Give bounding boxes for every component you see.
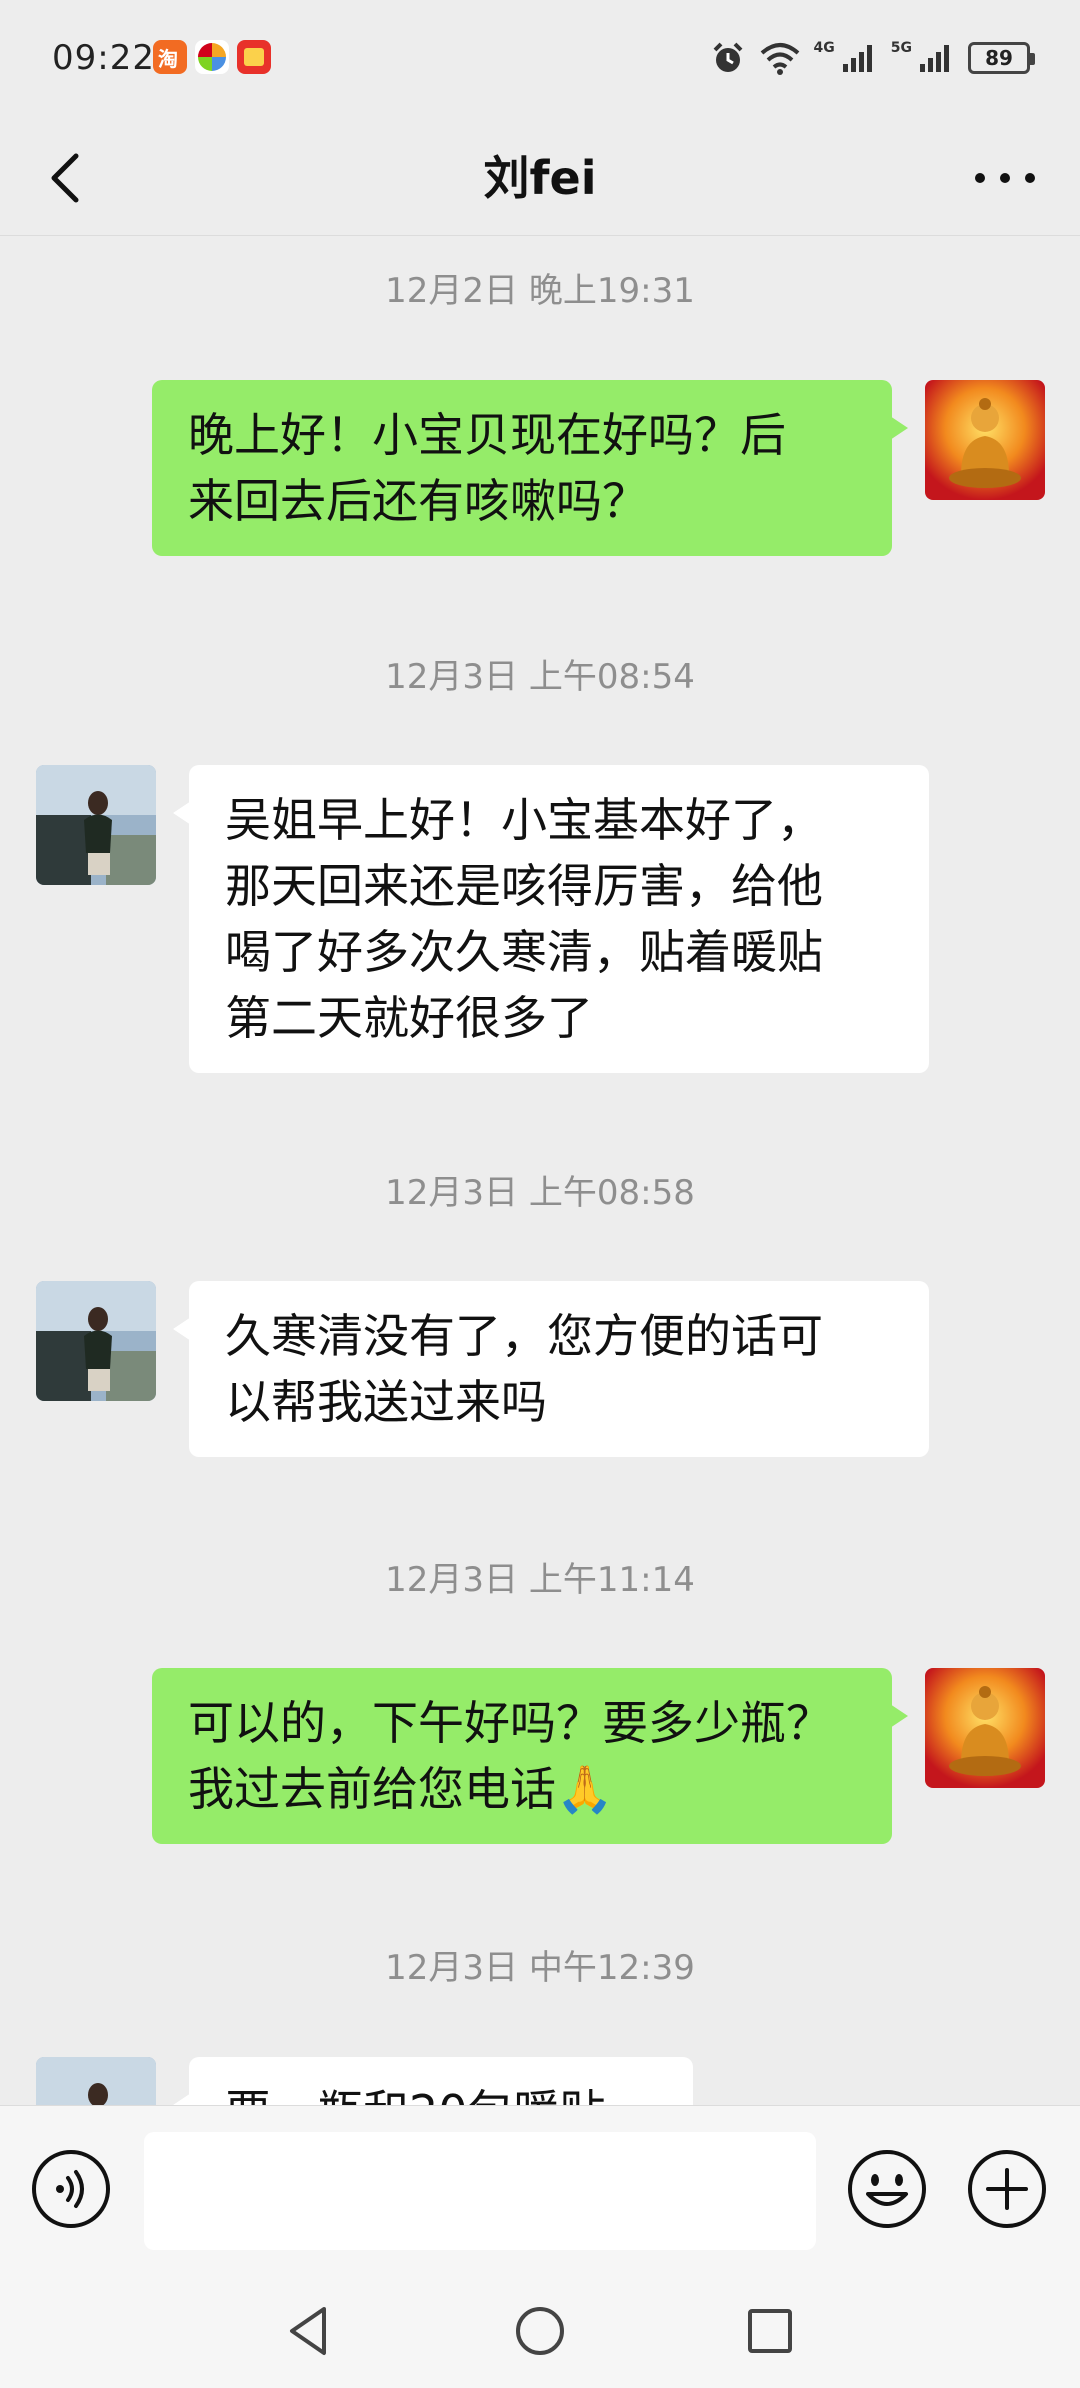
message-text-line: 第二天就好很多了	[225, 991, 593, 1045]
notes-app-icon	[237, 40, 271, 74]
message-text-line: 那天回来还是咳得厉害，给他	[225, 859, 823, 913]
message-timestamp: 12月2日 晚上19:31	[385, 271, 695, 311]
wifi-icon	[760, 43, 799, 75]
status-bar: 09:22 淘 4G 5G 89	[0, 0, 1080, 118]
message-input[interactable]	[144, 2132, 816, 2250]
taobao-icon: 淘	[153, 40, 187, 74]
message-text-line: 吴姐早上好！小宝基本好了，	[225, 793, 823, 847]
message-text-line: 以帮我送过来吗	[225, 1375, 547, 1429]
message-timestamp: 12月3日 上午08:54	[385, 657, 695, 697]
system-nav-bar	[0, 2275, 1080, 2388]
nav-back-icon	[290, 2307, 326, 2355]
more-dots-icon	[975, 173, 1035, 183]
battery-indicator: 89	[968, 42, 1035, 74]
message-text-line: 我过去前给您电话🙏	[188, 1762, 614, 1816]
status-time: 09:22	[52, 38, 155, 78]
self-avatar[interactable]	[925, 1668, 1045, 1788]
nav-home-button[interactable]	[508, 2299, 572, 2363]
signal-icon	[920, 45, 949, 72]
message-timestamp: 12月3日 上午08:58	[385, 1173, 695, 1213]
message-text-line: 要一瓶和20包暖贴	[225, 2079, 657, 2105]
status-indicators: 4G 5G 89	[710, 40, 1035, 76]
contact-avatar[interactable]	[36, 2057, 156, 2105]
message-bubble-outgoing[interactable]: 晚上好！小宝贝现在好吗？后 来回去后还有咳嗽吗？	[152, 380, 908, 556]
nav-home-icon	[516, 2307, 564, 2355]
network-label-5g: 5G	[890, 40, 912, 56]
contact-photo-icon	[36, 2057, 156, 2105]
notification-icons: 淘	[153, 40, 271, 74]
nav-back-button[interactable]	[278, 2299, 342, 2363]
chat-header: 刘fei	[0, 118, 1080, 236]
message-text-line: 喝了好多次久寒清，贴着暖贴	[225, 925, 823, 979]
message-text-line: 可以的，下午好吗？要多少瓶？	[188, 1696, 832, 1750]
emoji-icon	[848, 2150, 926, 2228]
voice-icon	[32, 2150, 110, 2228]
nav-recents-icon	[748, 2309, 792, 2353]
pinwheel-app-icon	[195, 40, 229, 74]
alarm-icon	[713, 42, 742, 72]
message-bubble-incoming[interactable]: 吴姐早上好！小宝基本好了， 那天回来还是咳得厉害，给他 喝了好多次久寒清，贴着暖…	[173, 765, 929, 1073]
message-timestamp: 12月3日 中午12:39	[385, 1948, 695, 1988]
contact-photo-icon	[36, 765, 156, 885]
plus-icon	[968, 2150, 1046, 2228]
more-actions-button[interactable]	[966, 2148, 1048, 2230]
message-text-line: 久寒清没有了，您方便的话可	[225, 1309, 823, 1363]
more-options-button[interactable]	[970, 138, 1040, 218]
message-timestamp: 12月3日 上午11:14	[385, 1560, 695, 1600]
contact-photo-icon	[36, 1281, 156, 1401]
message-bubble-incoming[interactable]: 久寒清没有了，您方便的话可 以帮我送过来吗	[173, 1281, 929, 1457]
message-bubble-outgoing[interactable]: 可以的，下午好吗？要多少瓶？ 我过去前给您电话🙏	[152, 1668, 908, 1844]
message-text-line: 晚上好！小宝贝现在好吗？后	[188, 408, 786, 462]
voice-input-button[interactable]	[30, 2148, 112, 2230]
buddha-avatar-icon	[925, 1668, 1045, 1788]
network-label-4g: 4G	[813, 40, 835, 56]
emoji-button[interactable]	[846, 2148, 928, 2230]
chat-title: 刘fei	[483, 151, 597, 205]
nav-recents-button[interactable]	[738, 2299, 802, 2363]
self-avatar[interactable]	[925, 380, 1045, 500]
message-bubble-incoming[interactable]: 要一瓶和20包暖贴	[173, 2057, 693, 2105]
input-bar	[0, 2105, 1080, 2275]
message-text-line: 来回去后还有咳嗽吗？	[188, 474, 648, 528]
contact-avatar[interactable]	[36, 1281, 156, 1401]
signal-icon	[842, 45, 872, 72]
buddha-avatar-icon	[925, 380, 1045, 500]
message-list[interactable]: 12月2日 晚上19:31 晚上好！小宝贝现在好吗？后 来回去后还有咳嗽吗？ 1…	[0, 237, 1080, 2105]
contact-avatar[interactable]	[36, 765, 156, 885]
